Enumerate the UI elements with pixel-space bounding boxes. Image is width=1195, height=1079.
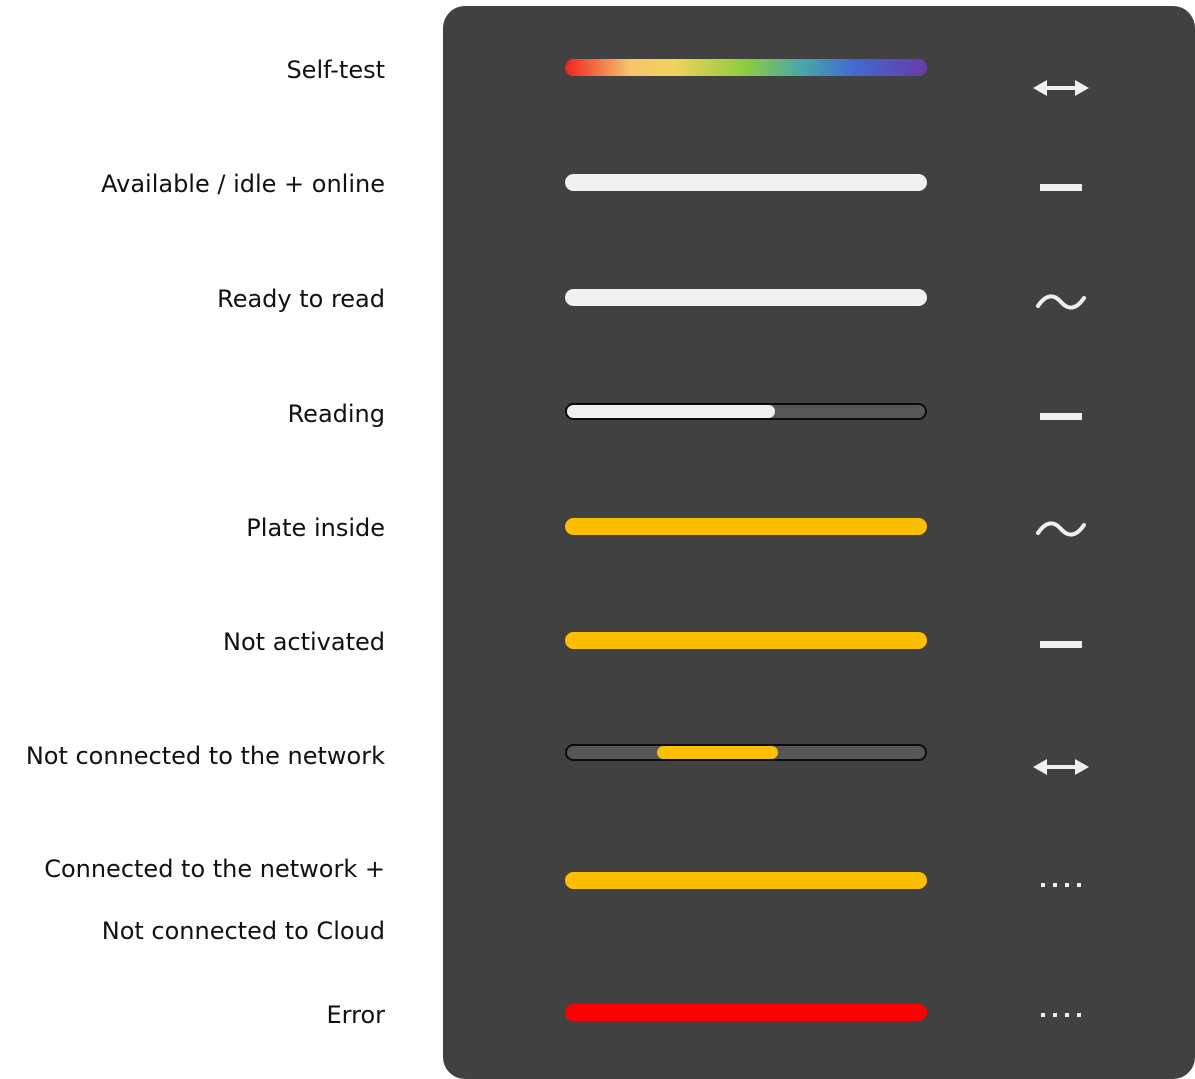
row-label-reading: Reading bbox=[287, 400, 385, 428]
led-bar-not-connected-segment bbox=[656, 746, 779, 759]
row-label-not-connected-network: Not connected to the network bbox=[25, 742, 385, 770]
led-bar-reading bbox=[565, 403, 927, 420]
led-status-legend: Self-test Available / idle + online Read… bbox=[0, 0, 1195, 1079]
tilde-icon bbox=[1025, 282, 1097, 322]
row-label-error: Error bbox=[326, 1001, 386, 1029]
led-bar-connected-network bbox=[565, 872, 927, 889]
row-label-plate-inside: Plate inside bbox=[246, 514, 385, 542]
dots-icon bbox=[1025, 995, 1097, 1035]
dash-icon bbox=[1025, 168, 1097, 208]
double-arrow-icon bbox=[1025, 747, 1097, 787]
row-label-connected-network: Connected to the network + bbox=[44, 855, 385, 883]
led-bar-available bbox=[565, 174, 927, 191]
led-bar-plate-inside bbox=[565, 518, 927, 535]
led-bar-self-test bbox=[565, 59, 927, 76]
dots-icon bbox=[1025, 865, 1097, 905]
tilde-icon bbox=[1025, 509, 1097, 549]
led-bar-not-connected-network bbox=[565, 744, 927, 761]
dash-icon bbox=[1025, 625, 1097, 665]
double-arrow-icon bbox=[1025, 68, 1097, 108]
dash-icon bbox=[1025, 397, 1097, 437]
row-label-not-activated: Not activated bbox=[223, 628, 385, 656]
row-label-ready-to-read: Ready to read bbox=[217, 285, 385, 313]
row-label-self-test: Self-test bbox=[286, 56, 385, 84]
led-bar-reading-fill bbox=[567, 405, 775, 418]
led-bar-error bbox=[565, 1004, 927, 1021]
row-label-not-connected-cloud: Not connected to Cloud bbox=[101, 917, 385, 945]
led-bar-ready-to-read bbox=[565, 289, 927, 306]
row-label-available: Available / idle + online bbox=[101, 170, 385, 198]
led-bar-not-activated bbox=[565, 632, 927, 649]
